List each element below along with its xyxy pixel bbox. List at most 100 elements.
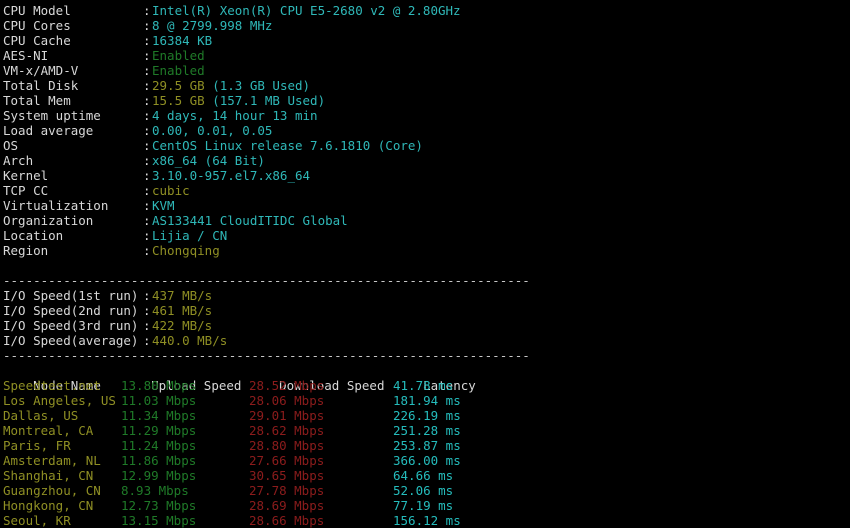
sysinfo-label: Total Disk — [3, 78, 79, 93]
speedtest-download-speed: 27.66 Mbps — [249, 453, 325, 468]
sysinfo-value: Enabled — [152, 63, 205, 78]
sysinfo-value: Chongqing — [152, 243, 220, 258]
sysinfo-label: System uptime — [3, 108, 101, 123]
speedtest-row: Seoul, KR 13.15 Mbps 28.66 Mbps 156.12 ms — [3, 513, 850, 528]
io-speed-colon: : — [143, 318, 151, 333]
io-speed-row: I/O Speed(average):440.0 MB/s — [3, 333, 850, 348]
speedtest-row: Shanghai, CN 12.99 Mbps 30.65 Mbps 64.66 ms — [3, 468, 850, 483]
speedtest-node-name: Guangzhou, CN — [3, 483, 101, 498]
speedtest-upload-speed: 11.86 Mbps — [121, 453, 197, 468]
sysinfo-label: Virtualization — [3, 198, 109, 213]
speedtest-latency: 253.87 ms — [393, 438, 461, 453]
sysinfo-value: 3.10.0-957.el7.x86_64 — [152, 168, 311, 183]
sysinfo-label: OS — [3, 138, 19, 153]
sysinfo-label: Arch — [3, 153, 34, 168]
speedtest-row: Hongkong, CN 12.73 Mbps 28.69 Mbps 77.19 ms — [3, 498, 850, 513]
sysinfo-colon: : — [143, 198, 151, 213]
io-speed-block: I/O Speed(1st run):437 MB/s I/O Speed(2nd… — [3, 288, 850, 348]
speedtest-node-name: Speedtest.net — [3, 378, 101, 393]
sysinfo-label: VM-x/AMD-V — [3, 63, 79, 78]
sysinfo-value: 15.5 GB — [152, 93, 205, 108]
speedtest-upload-speed: 11.03 Mbps — [121, 393, 197, 408]
speedtest-download-speed: 28.52 Mbps — [249, 378, 325, 393]
io-speed-row: I/O Speed(1st run):437 MB/s — [3, 288, 850, 303]
speedtest-upload-speed: 12.73 Mbps — [121, 498, 197, 513]
sysinfo-row: Virtualization:KVM — [3, 198, 850, 213]
sysinfo-row: Load average:0.00, 0.01, 0.05 — [3, 123, 850, 138]
sysinfo-colon: : — [143, 33, 151, 48]
sysinfo-value: 8 @ 2799.998 MHz — [152, 18, 273, 33]
speedtest-row: Dallas, US 11.34 Mbps 29.01 Mbps 226.19 ms — [3, 408, 850, 423]
io-speed-label: I/O Speed(2nd run) — [3, 303, 139, 318]
sysinfo-value-extra: (1.3 GB Used) — [204, 78, 311, 93]
speedtest-upload-speed: 13.80 Mbps — [121, 378, 197, 393]
sysinfo-label: TCP CC — [3, 183, 49, 198]
sysinfo-value: KVM — [152, 198, 175, 213]
speedtest-latency: 52.06 ms — [393, 483, 454, 498]
sysinfo-colon: : — [143, 123, 151, 138]
sysinfo-colon: : — [143, 138, 151, 153]
sysinfo-value-extra: (157.1 MB Used) — [204, 93, 326, 108]
sysinfo-label: Organization — [3, 213, 94, 228]
speedtest-download-speed: 29.01 Mbps — [249, 408, 325, 423]
io-speed-label: I/O Speed(1st run) — [3, 288, 139, 303]
sysinfo-colon: : — [143, 153, 151, 168]
sysinfo-row: Total Disk:29.5 GB (1.3 GB Used) — [3, 78, 850, 93]
speedtest-node-name: Seoul, KR — [3, 513, 71, 528]
sysinfo-colon: : — [143, 168, 151, 183]
speedtest-download-speed: 28.69 Mbps — [249, 498, 325, 513]
sysinfo-colon: : — [143, 3, 151, 18]
sysinfo-row: TCP CC:cubic — [3, 183, 850, 198]
sysinfo-colon: : — [143, 228, 151, 243]
sysinfo-colon: : — [143, 48, 151, 63]
speedtest-node-name: Shanghai, CN — [3, 468, 94, 483]
speedtest-node-name: Los Angeles, US — [3, 393, 116, 408]
speedtest-download-speed: 30.65 Mbps — [249, 468, 325, 483]
sysinfo-value: 0.00, 0.01, 0.05 — [152, 123, 273, 138]
sysinfo-row: Total Mem:15.5 GB (157.1 MB Used) — [3, 93, 850, 108]
speedtest-row: Speedtest.net 13.80 Mbps 28.52 Mbps 41.78 m… — [3, 378, 850, 393]
sysinfo-row: OS:CentOS Linux release 7.6.1810 (Core) — [3, 138, 850, 153]
sysinfo-value: Lijia / CN — [152, 228, 228, 243]
sysinfo-label: CPU Cache — [3, 33, 71, 48]
sysinfo-label: Total Mem — [3, 93, 71, 108]
speedtest-latency: 156.12 ms — [393, 513, 461, 528]
sysinfo-colon: : — [143, 78, 151, 93]
sysinfo-value: 4 days, 14 hour 13 min — [152, 108, 318, 123]
io-speed-label: I/O Speed(3rd run) — [3, 318, 139, 333]
sysinfo-label: CPU Model — [3, 3, 71, 18]
speedtest-latency: 251.28 ms — [393, 423, 461, 438]
speedtest-rows: Speedtest.net 13.80 Mbps 28.52 Mbps 41.78 m… — [3, 378, 850, 528]
sysinfo-label: Region — [3, 243, 49, 258]
speedtest-latency: 77.19 ms — [393, 498, 454, 513]
speedtest-latency: 64.66 ms — [393, 468, 454, 483]
speedtest-download-speed: 28.80 Mbps — [249, 438, 325, 453]
sysinfo-row: CPU Cache:16384 KB — [3, 33, 850, 48]
speedtest-row: Amsterdam, NL 11.86 Mbps 27.66 Mbps 366.00 … — [3, 453, 850, 468]
sysinfo-value: x86_64 (64 Bit) — [152, 153, 265, 168]
speedtest-row: Paris, FR 11.24 Mbps 28.80 Mbps 253.87 ms — [3, 438, 850, 453]
io-speed-colon: : — [143, 333, 151, 348]
speedtest-upload-speed: 11.34 Mbps — [121, 408, 197, 423]
sysinfo-row: VM-x/AMD-V:Enabled — [3, 63, 850, 78]
speedtest-latency: 41.78 ms — [393, 378, 454, 393]
speedtest-node-name: Dallas, US — [3, 408, 79, 423]
sysinfo-row: System uptime:4 days, 14 hour 13 min — [3, 108, 850, 123]
separator-line-middle: ----------------------------------------… — [3, 348, 530, 363]
sysinfo-label: Load average — [3, 123, 94, 138]
io-speed-row: I/O Speed(2nd run):461 MB/s — [3, 303, 850, 318]
speedtest-latency: 366.00 ms — [393, 453, 461, 468]
speedtest-table-header: Node Name Upload Speed Download Speed Laten… — [3, 363, 850, 393]
sysinfo-row: CPU Model:Intel(R) Xeon(R) CPU E5-2680 v… — [3, 3, 850, 18]
speedtest-node-name: Hongkong, CN — [3, 498, 94, 513]
terminal-output: CPU Model:Intel(R) Xeon(R) CPU E5-2680 v… — [0, 0, 850, 528]
io-speed-value: 440.0 MB/s — [152, 333, 228, 348]
io-speed-colon: : — [143, 288, 151, 303]
io-speed-colon: : — [143, 303, 151, 318]
sysinfo-row: Kernel:3.10.0-957.el7.x86_64 — [3, 168, 850, 183]
sysinfo-colon: : — [143, 183, 151, 198]
sysinfo-value: 29.5 GB — [152, 78, 205, 93]
speedtest-upload-speed: 11.24 Mbps — [121, 438, 197, 453]
speedtest-upload-speed: 8.93 Mbps — [121, 483, 189, 498]
